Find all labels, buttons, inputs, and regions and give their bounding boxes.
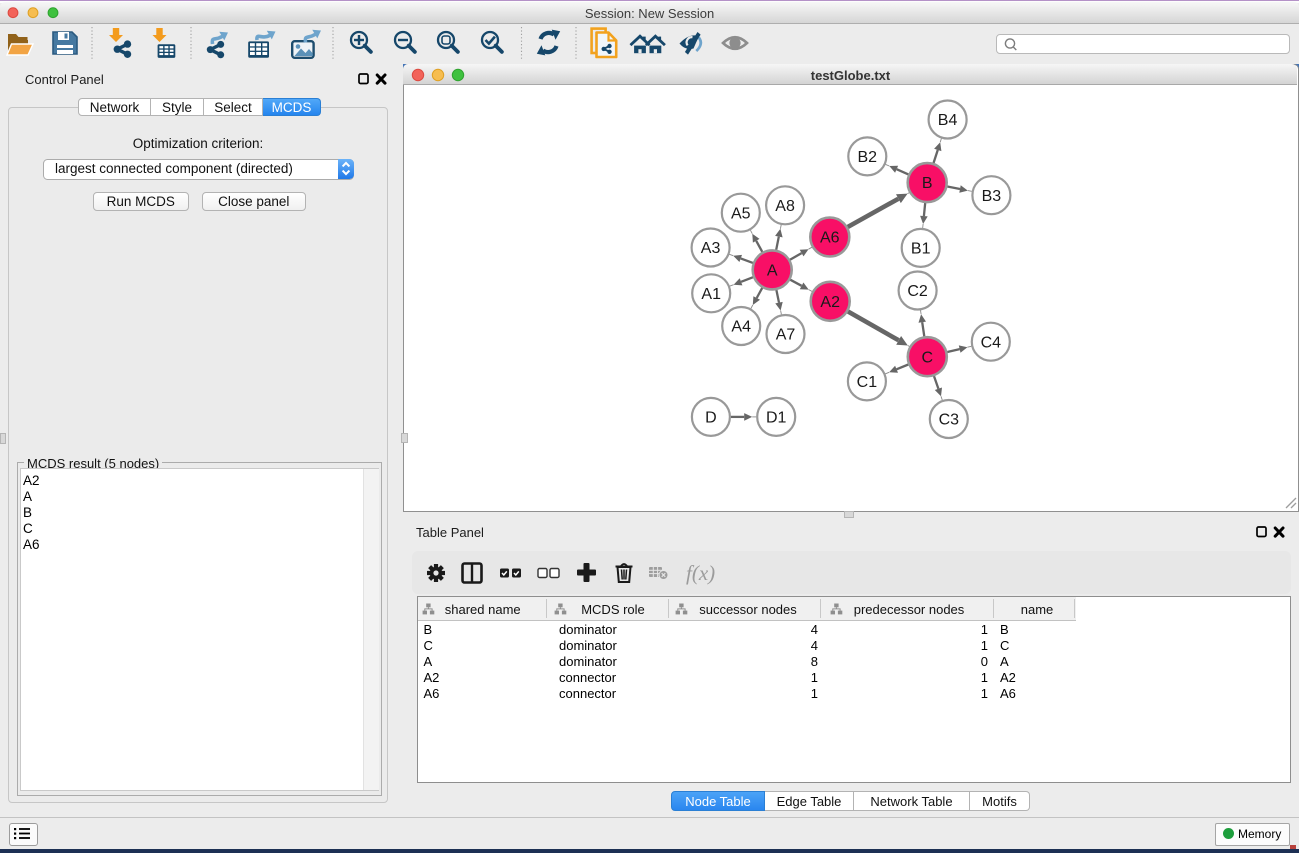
svg-text:A6: A6: [820, 230, 840, 247]
svg-text:B: B: [922, 175, 933, 192]
svg-text:A8: A8: [775, 198, 795, 215]
svg-text:D1: D1: [766, 410, 787, 427]
svg-text:B1: B1: [911, 241, 931, 258]
svg-text:B4: B4: [938, 112, 958, 129]
svg-text:C3: C3: [939, 412, 960, 429]
svg-text:C2: C2: [907, 283, 928, 300]
svg-text:A2: A2: [820, 294, 840, 311]
svg-text:C4: C4: [981, 334, 1002, 351]
svg-text:A: A: [767, 263, 778, 280]
svg-text:C1: C1: [857, 374, 878, 391]
svg-text:B2: B2: [858, 149, 878, 166]
svg-text:C: C: [922, 349, 934, 366]
svg-text:f(x): f(x): [686, 561, 715, 585]
svg-text:B3: B3: [982, 188, 1002, 205]
svg-text:A7: A7: [776, 327, 796, 344]
